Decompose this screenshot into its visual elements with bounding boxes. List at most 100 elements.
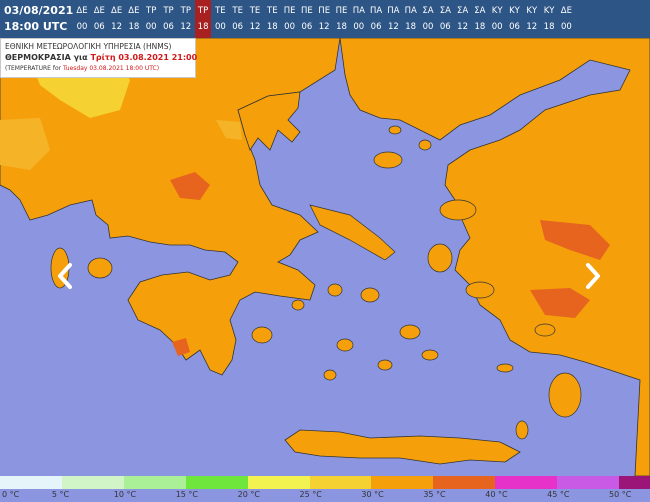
legend-swatch <box>247 476 310 489</box>
legend-label: 40 °C <box>485 490 508 499</box>
legend-swatch <box>371 476 434 489</box>
legend-swatch <box>557 476 620 489</box>
timeline-step[interactable]: ΤΡ 00 <box>143 0 159 38</box>
legend-label: 30 °C <box>361 490 384 499</box>
timeline-hour: 18 <box>128 22 140 32</box>
timeline-hour: 06 <box>93 22 105 32</box>
timeline-day: ΠΕ <box>283 6 296 16</box>
timeline-bar: 03/08/2021 18:00 UTC ΔΕ 00 ΔΕ 06 ΔΕ 12 ΔΕ 18 ΤΡ 0… <box>0 0 650 38</box>
timeline-day: ΣΑ <box>439 6 451 16</box>
timeline-hour: 00 <box>491 22 503 32</box>
timeline-hour: 12 <box>249 22 261 32</box>
prev-button[interactable] <box>54 262 78 290</box>
for-word: για <box>73 53 88 62</box>
timeline-hour: 18 <box>543 22 555 32</box>
legend-label: 20 °C <box>237 490 260 499</box>
timeline-step[interactable]: ΠΑ 18 <box>403 0 419 38</box>
timeline-day: ΤΕ <box>215 6 226 16</box>
parameter-title: ΘΕΡΜΟΚΡΑΣΙΑ για Τρίτη 03.08.2021 21:00 <box>5 52 197 64</box>
timeline-step[interactable]: ΣΑ 06 <box>437 0 453 38</box>
timeline-day: ΣΑ <box>422 6 434 16</box>
timeline-day: ΤΡ <box>163 6 174 16</box>
timeline-step[interactable]: ΔΕ 00 <box>74 0 90 38</box>
timeline-hour: 00 <box>145 22 157 32</box>
timeline-hour: 06 <box>509 22 520 32</box>
timeline-hour: 18 <box>336 22 347 32</box>
timeline-step[interactable]: ΤΡ 06 <box>161 0 177 38</box>
timeline-hour: 12 <box>180 22 192 32</box>
timeline-day: ΠΕ <box>301 6 313 16</box>
timeline-day: ΔΕ <box>560 6 572 16</box>
timeline-step[interactable]: ΠΑ 00 <box>351 0 367 38</box>
timeline-step[interactable]: ΤΡ 18 <box>195 0 212 38</box>
timeline-day: ΚΥ <box>491 6 503 16</box>
timeline-step[interactable]: ΔΕ 18 <box>126 0 142 38</box>
timeline-step[interactable]: ΚΥ 18 <box>541 0 557 38</box>
timeline-hour: 18 <box>197 22 209 32</box>
english-prefix: (TEMPERATURE for <box>5 65 62 72</box>
timeline-hour: 12 <box>457 22 468 32</box>
legend-label: 50 °C <box>609 490 632 499</box>
timeline-step[interactable]: ΠΑ 06 <box>368 0 384 38</box>
timeline-hour: 06 <box>370 22 382 32</box>
timeline-step[interactable]: ΤΕ 00 <box>212 0 228 38</box>
timeline-step[interactable]: ΣΑ 12 <box>455 0 471 38</box>
timeline-step[interactable]: ΔΕ 00 <box>558 0 574 38</box>
timeline-step[interactable]: ΣΑ 18 <box>472 0 488 38</box>
timeline-day: ΠΕ <box>335 6 348 16</box>
legend-label: 0 °C <box>2 490 20 499</box>
timeline-day: ΠΑ <box>369 6 383 16</box>
timeline-step[interactable]: ΚΥ 12 <box>524 0 540 38</box>
legend-swatch <box>185 476 248 489</box>
legend-label: 15 °C <box>175 490 199 499</box>
timeline-hour: 00 <box>353 22 365 32</box>
timeline-day: ΤΡ <box>180 6 191 16</box>
timeline-step[interactable]: ΠΕ 18 <box>334 0 350 38</box>
timeline-day: ΣΑ <box>474 6 486 16</box>
timeline-day: ΠΑ <box>352 6 365 16</box>
timeline-step[interactable]: ΠΕ 06 <box>299 0 315 38</box>
timeline-hour: 18 <box>266 22 278 32</box>
timeline-day: ΔΕ <box>76 6 88 16</box>
current-time: 18:00 UTC <box>4 20 68 33</box>
timeline-day: ΔΕ <box>93 6 105 16</box>
timeline-step[interactable]: ΔΕ 12 <box>109 0 125 38</box>
timeline-day: ΤΕ <box>232 6 243 16</box>
timeline-hour: 06 <box>232 22 244 32</box>
chevron-right-icon <box>586 263 600 289</box>
timeline-day: ΤΕ <box>249 6 261 16</box>
timeline-day: ΠΕ <box>318 6 331 16</box>
legend-swatch <box>0 476 62 489</box>
timeline-day: ΠΑ <box>387 6 400 16</box>
timeline-step[interactable]: ΠΑ 12 <box>385 0 401 38</box>
timeline-day: ΚΥ <box>526 6 538 16</box>
timeline-step[interactable]: ΤΕ 12 <box>247 0 263 38</box>
timeline-step[interactable]: ΚΥ 00 <box>489 0 505 38</box>
legend-swatch <box>61 476 124 489</box>
next-button[interactable] <box>580 262 604 290</box>
legend-label: 5 °C <box>51 490 70 499</box>
timeline-step[interactable]: ΤΕ 18 <box>264 0 280 38</box>
timeline-hour: 12 <box>111 22 122 32</box>
timeline-day: ΚΥ <box>543 6 555 16</box>
legend-swatch <box>123 476 186 489</box>
legend-swatch <box>495 476 558 489</box>
timeline-step[interactable]: ΚΥ 06 <box>507 0 523 38</box>
timeline-step[interactable]: ΣΑ 00 <box>420 0 436 38</box>
english-date: Tuesday 03.08.2021 18:00 UTC) <box>63 65 160 72</box>
timeline-step[interactable]: ΤΕ 06 <box>230 0 246 38</box>
timeline-hour: 00 <box>422 22 434 32</box>
timeline-step[interactable]: ΤΡ 12 <box>178 0 194 38</box>
agency-name: ΕΘΝΙΚΗ ΜΕΤΕΩΡΟΛΟΓΙΚΗ ΥΠΗΡΕΣΙΑ (HNMS) <box>5 42 172 51</box>
timeline-day: ΤΕ <box>267 6 278 16</box>
legend-swatch <box>309 476 372 489</box>
valid-time: Τρίτη 03.08.2021 21:00 <box>90 53 198 62</box>
timeline-day: ΔΕ <box>111 6 123 16</box>
timeline-hour: 00 <box>560 22 572 32</box>
timeline-step[interactable]: ΠΕ 00 <box>282 0 298 38</box>
legend-swatch <box>433 476 496 489</box>
timeline-step[interactable]: ΔΕ 06 <box>91 0 107 38</box>
timeline-hour: 12 <box>318 22 330 32</box>
timeline-step[interactable]: ΠΕ 12 <box>316 0 332 38</box>
timeline-hour: 12 <box>526 22 538 32</box>
